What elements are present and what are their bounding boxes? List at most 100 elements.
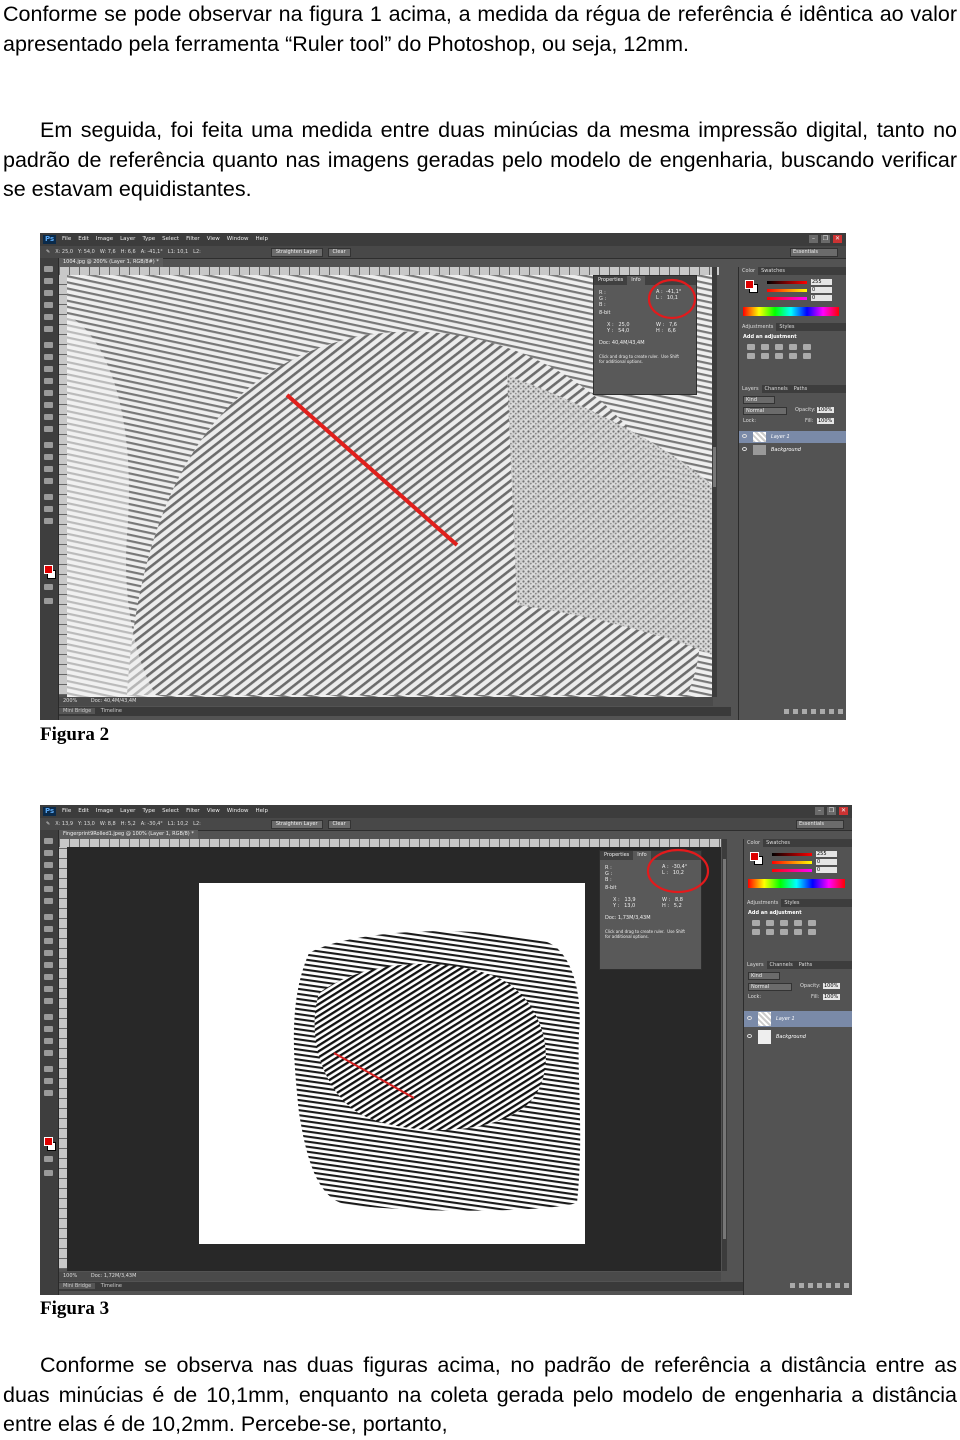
- zoom-tool-icon[interactable]: [44, 1078, 53, 1084]
- menu-layer[interactable]: Layer: [120, 805, 135, 818]
- adjustment-layer-icon[interactable]: [811, 709, 816, 714]
- blue-slider[interactable]: [772, 869, 812, 872]
- curves-icon[interactable]: [780, 920, 788, 926]
- panel-fg-swatch[interactable]: [750, 852, 759, 861]
- link-icon[interactable]: [790, 1283, 795, 1288]
- menu-select[interactable]: Select: [162, 233, 179, 246]
- tab-color[interactable]: Color: [739, 267, 759, 275]
- hand-tool-icon[interactable]: [44, 1066, 53, 1072]
- curves-icon[interactable]: [775, 344, 783, 350]
- tab-layers[interactable]: Layers: [739, 385, 762, 393]
- menu-help[interactable]: Help: [255, 805, 268, 818]
- menu-filter[interactable]: Filter: [186, 233, 200, 246]
- opacity-value[interactable]: 100%: [823, 983, 840, 989]
- mask-icon[interactable]: [808, 1283, 813, 1288]
- eraser-tool-icon[interactable]: [44, 390, 53, 396]
- hand-tool-icon[interactable]: [44, 494, 53, 500]
- green-slider[interactable]: [767, 289, 807, 292]
- pen-tool-icon[interactable]: [44, 1014, 53, 1020]
- foreground-color-swatch[interactable]: [44, 1137, 53, 1146]
- close-icon[interactable]: ✕: [833, 235, 842, 243]
- channel-mixer-icon[interactable]: [808, 929, 816, 935]
- minimize-icon[interactable]: –: [809, 235, 818, 243]
- menu-image[interactable]: Image: [96, 805, 113, 818]
- levels-icon[interactable]: [766, 920, 774, 926]
- tab-styles[interactable]: Styles: [776, 323, 797, 331]
- green-slider[interactable]: [772, 861, 812, 864]
- screen-mode-icon[interactable]: [44, 1170, 53, 1176]
- visibility-eye-icon[interactable]: [747, 1034, 752, 1038]
- photo-filter-icon[interactable]: [794, 929, 802, 935]
- restore-icon[interactable]: ❐: [827, 807, 836, 815]
- exposure-icon[interactable]: [789, 344, 797, 350]
- dodge-tool-icon[interactable]: [44, 426, 53, 432]
- healing-brush-tool-icon[interactable]: [44, 914, 53, 920]
- brightness-icon[interactable]: [752, 920, 760, 926]
- crop-tool-icon[interactable]: [44, 886, 53, 892]
- tab-paths[interactable]: Paths: [796, 961, 816, 969]
- type-tool-icon[interactable]: [44, 454, 53, 460]
- foreground-color-swatch[interactable]: [44, 565, 53, 574]
- clone-stamp-tool-icon[interactable]: [44, 366, 53, 372]
- vibrance-icon[interactable]: [808, 920, 816, 926]
- vertical-scrollbar[interactable]: [722, 839, 727, 1271]
- move-tool-icon[interactable]: [44, 266, 53, 272]
- layer-row-1[interactable]: Layer 1: [744, 1011, 852, 1027]
- red-value[interactable]: 255: [811, 279, 832, 285]
- color-balance-icon[interactable]: [761, 353, 769, 359]
- menu-file[interactable]: File: [62, 805, 71, 818]
- tab-color[interactable]: Color: [744, 839, 764, 847]
- menu-layer[interactable]: Layer: [120, 233, 135, 246]
- magic-wand-tool-icon[interactable]: [44, 874, 53, 880]
- fx-icon[interactable]: [793, 709, 798, 714]
- green-value[interactable]: 0: [811, 287, 832, 293]
- menu-window[interactable]: Window: [227, 805, 249, 818]
- menu-type[interactable]: Type: [142, 805, 155, 818]
- menu-help[interactable]: Help: [255, 233, 268, 246]
- clone-stamp-tool-icon[interactable]: [44, 938, 53, 944]
- tab-mini-bridge[interactable]: Mini Bridge: [59, 708, 96, 714]
- hue-icon[interactable]: [752, 929, 760, 935]
- adjustment-layer-icon[interactable]: [817, 1283, 822, 1288]
- green-value[interactable]: 0: [816, 859, 837, 865]
- brightness-icon[interactable]: [747, 344, 755, 350]
- straighten-layer-button[interactable]: Straighten Layer: [270, 248, 323, 257]
- blue-slider[interactable]: [767, 297, 807, 300]
- trash-icon[interactable]: [844, 1283, 849, 1288]
- visibility-eye-icon[interactable]: [747, 1016, 752, 1020]
- black-white-icon[interactable]: [775, 353, 783, 359]
- close-icon[interactable]: ✕: [839, 807, 848, 815]
- photo-filter-icon[interactable]: [789, 353, 797, 359]
- tab-timeline[interactable]: Timeline: [97, 1283, 126, 1289]
- link-icon[interactable]: [784, 709, 789, 714]
- vibrance-icon[interactable]: [803, 344, 811, 350]
- layer-row-1[interactable]: Layer 1: [739, 431, 846, 443]
- screen-mode-icon[interactable]: [44, 598, 53, 604]
- tab-adjustments[interactable]: Adjustments: [739, 323, 777, 331]
- tab-styles[interactable]: Styles: [781, 899, 802, 907]
- panel-fg-swatch[interactable]: [745, 280, 754, 289]
- tab-adjustments[interactable]: Adjustments: [744, 899, 782, 907]
- dodge-tool-icon[interactable]: [44, 998, 53, 1004]
- type-tool-icon[interactable]: [44, 1026, 53, 1032]
- trash-icon[interactable]: [838, 709, 843, 714]
- brush-tool-icon[interactable]: [44, 926, 53, 932]
- document-tab[interactable]: Fingerprint9Rolled1.jpeg @ 100% (Layer 1…: [59, 830, 198, 839]
- crop-tool-icon[interactable]: [44, 314, 53, 320]
- tab-properties[interactable]: Properties: [600, 851, 633, 860]
- tab-info[interactable]: Info: [627, 276, 645, 285]
- blend-mode-dropdown[interactable]: Normal: [743, 407, 787, 415]
- new-layer-icon[interactable]: [829, 709, 834, 714]
- menu-file[interactable]: File: [62, 233, 71, 246]
- folder-icon[interactable]: [826, 1283, 831, 1288]
- visibility-eye-icon[interactable]: [742, 434, 747, 438]
- move-tool-icon[interactable]: [44, 838, 53, 844]
- pen-tool-icon[interactable]: [44, 442, 53, 448]
- blur-tool-icon[interactable]: [44, 986, 53, 992]
- blend-mode-dropdown[interactable]: Normal: [748, 983, 792, 991]
- tab-swatches[interactable]: Swatches: [763, 839, 793, 847]
- mask-icon[interactable]: [802, 709, 807, 714]
- fill-value[interactable]: 100%: [817, 418, 834, 424]
- menu-view[interactable]: View: [207, 805, 220, 818]
- lasso-tool-icon[interactable]: [44, 290, 53, 296]
